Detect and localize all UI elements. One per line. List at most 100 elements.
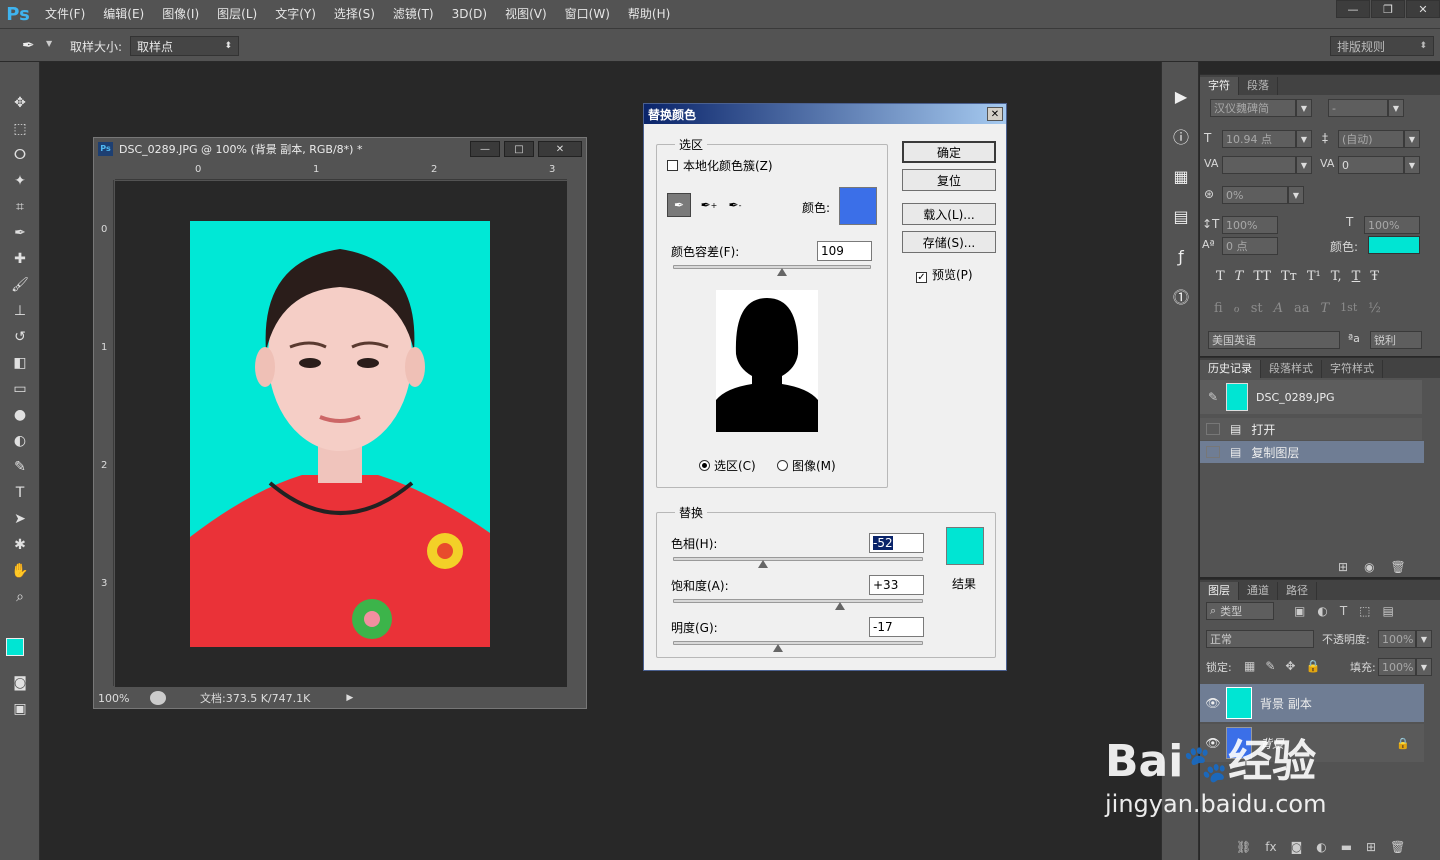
history-state-checkbox[interactable] bbox=[1206, 423, 1220, 435]
font-style-field[interactable]: - bbox=[1328, 99, 1388, 117]
vertical-scale-field[interactable]: 100% bbox=[1222, 216, 1278, 234]
doc-close-button[interactable]: ✕ bbox=[538, 141, 582, 157]
zoom-tool-icon[interactable]: ⌕ bbox=[0, 584, 40, 610]
lock-transparent-icon[interactable]: ▦ bbox=[1244, 659, 1255, 673]
menu-select[interactable]: 选择(S) bbox=[325, 0, 384, 28]
add-mask-icon[interactable]: ◙ bbox=[1291, 840, 1303, 854]
tracking-dropdown-icon[interactable]: ▼ bbox=[1404, 156, 1420, 174]
titling-button[interactable]: T bbox=[1321, 301, 1330, 316]
tab-character[interactable]: 字符 bbox=[1200, 77, 1239, 95]
result-color-swatch[interactable] bbox=[946, 527, 984, 565]
filter-pixel-icon[interactable]: ▣ bbox=[1294, 604, 1305, 618]
doc-minimize-button[interactable]: — bbox=[470, 141, 500, 157]
selection-color-swatch[interactable] bbox=[839, 187, 877, 225]
menu-help[interactable]: 帮助(H) bbox=[619, 0, 679, 28]
portrait-photo[interactable] bbox=[190, 221, 490, 647]
subscript-button[interactable]: T, bbox=[1331, 269, 1342, 284]
tab-paragraph-styles[interactable]: 段落样式 bbox=[1261, 360, 1322, 378]
gradient-tool-icon[interactable]: ▭ bbox=[0, 376, 40, 402]
status-menu-arrow-icon[interactable]: ▶ bbox=[346, 693, 353, 703]
menu-filter[interactable]: 滤镜(T) bbox=[384, 0, 443, 28]
ligature-button[interactable]: fi bbox=[1214, 301, 1223, 316]
hue-slider[interactable] bbox=[673, 557, 923, 568]
new-document-from-state-icon[interactable]: ⊞ bbox=[1338, 560, 1348, 574]
blend-mode-select[interactable]: 正常 bbox=[1206, 630, 1314, 648]
tab-paragraph[interactable]: 段落 bbox=[1239, 77, 1278, 95]
antialias-select[interactable]: 锐利 bbox=[1370, 331, 1422, 349]
lightness-slider[interactable] bbox=[673, 641, 923, 652]
link-layers-icon[interactable]: ⛓ bbox=[1236, 840, 1251, 854]
history-brush-source-icon[interactable]: ✎ bbox=[1200, 390, 1226, 404]
menu-window[interactable]: 窗口(W) bbox=[556, 0, 619, 28]
healing-brush-tool-icon[interactable]: ✚ bbox=[0, 246, 40, 272]
fx-icon[interactable]: fx bbox=[1265, 840, 1276, 854]
quick-mask-icon[interactable]: ◙ bbox=[0, 670, 40, 696]
stylistic-alternates-button[interactable]: aa bbox=[1294, 301, 1310, 316]
layer-filter-select[interactable]: ⌕ 类型 bbox=[1206, 602, 1274, 620]
font-size-dropdown-icon[interactable]: ▼ bbox=[1296, 130, 1312, 148]
preview-checkbox[interactable]: ✓ 预览(P) bbox=[916, 266, 973, 283]
fuzziness-slider-thumb[interactable] bbox=[776, 268, 787, 276]
camera-snapshot-icon[interactable]: ◉ bbox=[1364, 560, 1374, 574]
tab-character-styles[interactable]: 字符样式 bbox=[1322, 360, 1383, 378]
kerning-dropdown-icon[interactable]: ▼ bbox=[1296, 156, 1312, 174]
move-tool-icon[interactable]: ✥ bbox=[0, 90, 40, 116]
ok-button[interactable]: 确定 bbox=[902, 141, 996, 163]
leading-field[interactable]: (自动) bbox=[1338, 130, 1404, 148]
visibility-eye-icon[interactable]: 👁 bbox=[1200, 696, 1226, 710]
history-item-active[interactable]: ▤ 复制图层 bbox=[1200, 441, 1424, 463]
add-to-sample-eyedropper-icon[interactable]: ✒ + bbox=[697, 193, 721, 217]
blur-tool-icon[interactable]: ● bbox=[0, 402, 40, 428]
dialog-close-button[interactable]: ✕ bbox=[987, 107, 1003, 121]
menu-view[interactable]: 视图(V) bbox=[496, 0, 556, 28]
underline-button[interactable]: T bbox=[1352, 269, 1361, 284]
leading-dropdown-icon[interactable]: ▼ bbox=[1404, 130, 1420, 148]
layer-row-active[interactable]: 👁 背景 副本 bbox=[1200, 684, 1424, 722]
history-state-checkbox[interactable] bbox=[1206, 446, 1220, 458]
tsume-dropdown-icon[interactable]: ▼ bbox=[1288, 186, 1304, 204]
magic-wand-tool-icon[interactable]: ✦ bbox=[0, 168, 40, 194]
lightness-slider-thumb[interactable] bbox=[772, 644, 783, 652]
history-item[interactable]: ▤ 打开 bbox=[1200, 418, 1422, 440]
all-caps-button[interactable]: TT bbox=[1253, 269, 1271, 284]
tab-paths[interactable]: 路径 bbox=[1278, 582, 1317, 600]
info-icon[interactable]: ⓘ bbox=[1162, 116, 1200, 156]
font-family-field[interactable]: 汉仪魏碑简 bbox=[1210, 99, 1296, 117]
type-tool-icon[interactable]: T bbox=[0, 480, 40, 506]
fill-dropdown-icon[interactable]: ▼ bbox=[1416, 658, 1432, 676]
baseline-shift-field[interactable]: 0 点 bbox=[1222, 237, 1278, 255]
dodge-tool-icon[interactable]: ◐ bbox=[0, 428, 40, 454]
lock-image-icon[interactable]: ✎ bbox=[1265, 659, 1275, 673]
sample-size-select[interactable]: 取样点 ⬍ bbox=[130, 36, 239, 56]
superscript-button[interactable]: T¹ bbox=[1307, 269, 1321, 284]
marquee-tool-icon[interactable]: ⬚ bbox=[0, 116, 40, 142]
screen-mode-icon[interactable]: ▣ bbox=[0, 696, 40, 722]
filter-adjustment-icon[interactable]: ◐ bbox=[1317, 604, 1327, 618]
pen-tool-icon[interactable]: ✎ bbox=[0, 454, 40, 480]
save-button[interactable]: 存储(S)... bbox=[902, 231, 996, 253]
history-brush-tool-icon[interactable]: ↺ bbox=[0, 324, 40, 350]
hue-input[interactable]: -52 bbox=[869, 533, 924, 553]
strikethrough-button[interactable]: Ŧ bbox=[1370, 269, 1379, 284]
radio-selection[interactable]: 选区(C) bbox=[699, 457, 756, 474]
tab-layers[interactable]: 图层 bbox=[1200, 582, 1239, 600]
kuler-icon[interactable]: ⓵ bbox=[1162, 276, 1200, 316]
fill-field[interactable]: 100% bbox=[1378, 658, 1416, 676]
shape-tool-icon[interactable]: ✱ bbox=[0, 532, 40, 558]
load-button[interactable]: 载入(L)... bbox=[902, 203, 996, 225]
brush-tool-icon[interactable]: 🖌 bbox=[0, 272, 40, 298]
new-group-icon[interactable]: ▬ bbox=[1341, 840, 1352, 854]
text-color-swatch[interactable] bbox=[1368, 236, 1420, 254]
horizontal-scale-field[interactable]: 100% bbox=[1364, 216, 1420, 234]
opacity-dropdown-icon[interactable]: ▼ bbox=[1416, 630, 1432, 648]
eyedropper-icon[interactable]: ✒ bbox=[667, 193, 691, 217]
faux-bold-button[interactable]: T bbox=[1216, 269, 1225, 284]
menu-layer[interactable]: 图层(L) bbox=[208, 0, 266, 28]
zoom-level[interactable]: 100% bbox=[94, 692, 144, 705]
discretionary-ligature-button[interactable]: st bbox=[1251, 301, 1263, 316]
doc-maximize-button[interactable]: □ bbox=[504, 141, 534, 157]
close-button[interactable]: ✕ bbox=[1406, 0, 1440, 18]
font-size-field[interactable]: 10.94 点 bbox=[1222, 130, 1296, 148]
subtract-from-sample-eyedropper-icon[interactable]: ✒ - bbox=[723, 193, 747, 217]
small-caps-button[interactable]: Tт bbox=[1281, 269, 1297, 284]
